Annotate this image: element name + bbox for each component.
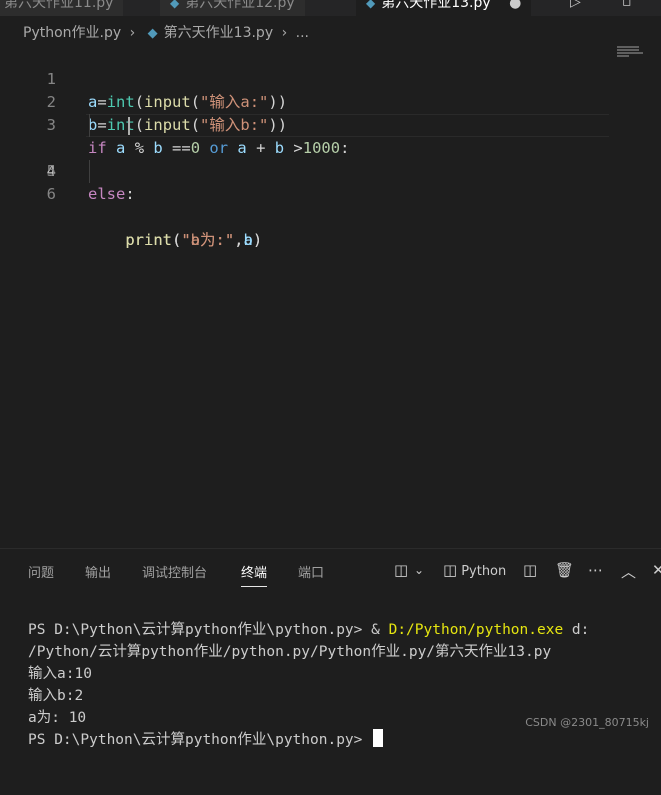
python-file-icon: ◆ (170, 0, 180, 10)
text-cursor (128, 117, 130, 135)
tab-file-12[interactable]: ◆ 第六天作业12.py (160, 0, 306, 16)
tab-problems[interactable]: 问题 (28, 562, 54, 581)
code-text: print("b为:",b) (125, 231, 263, 249)
terminal-line: 输入b:2 (28, 688, 84, 704)
tab-label: 第六天作业11.py (4, 0, 114, 11)
close-icon[interactable]: ● (509, 0, 521, 11)
breadcrumb-file[interactable]: 第六天作业13.py (164, 25, 273, 41)
code-line-2[interactable]: 2 b=int(input("输入b:")) (0, 68, 661, 134)
indent-guide (89, 160, 90, 183)
code-line-5[interactable]: 5 else: (0, 137, 661, 203)
watermark: CSDN @2301_80715kj (525, 716, 649, 729)
line-number: 6 (46, 185, 56, 203)
python-file-icon: ◆ (366, 0, 376, 10)
tab-file-13[interactable]: ◆ 第六天作业13.py ● (356, 0, 533, 16)
breadcrumb-folder[interactable]: Python作业.py (23, 25, 121, 41)
tab-label: 第六天作业12.py (185, 0, 295, 11)
breadcrumb: Python作业.py › ◆ 第六天作业13.py › ... (23, 22, 313, 44)
terminal-icon: ◫ (443, 561, 458, 579)
python-file-icon: ◆ (147, 26, 158, 41)
trash-icon[interactable]: 🗑 (555, 561, 574, 579)
chevron-down-icon[interactable]: ⌄ (414, 563, 424, 577)
tab-label: 第六天作业13.py (381, 0, 491, 11)
command-path: D:/Python/python.exe (388, 622, 564, 638)
terminal-cursor (373, 729, 384, 747)
more-icon[interactable]: ⋯ (588, 561, 603, 579)
terminal-line: /Python/云计算python作业/python.py/Python作业.p… (28, 644, 552, 660)
terminal-label: Python (461, 564, 507, 579)
code-line-6[interactable]: 6 print("b为:",b) (0, 160, 661, 249)
tab-file-11[interactable]: 第六天作业11.py (0, 0, 125, 16)
terminal-line: 输入a:10 (28, 666, 92, 682)
split-terminal-icon[interactable]: ◫ (394, 561, 408, 579)
tab-debug-console[interactable]: 调试控制台 (142, 562, 207, 581)
breadcrumb-more[interactable]: ... (296, 25, 309, 41)
bottom-panel: 问题 输出 调试控制台 终端 端口 ◫ ⌄ ◫ Python ◫ 🗑 ⋯ ︿ ✕ … (0, 548, 661, 748)
run-icon[interactable]: ▷ (570, 0, 581, 10)
code-editor[interactable]: 1 a=int(input("输入a:")) 2 b=int(input("输入… (0, 45, 661, 515)
tab-terminal[interactable]: 终端 (241, 562, 268, 587)
more-actions-icon[interactable]: ▫ (622, 0, 632, 10)
code-text: else: (88, 185, 135, 203)
terminal-output[interactable]: PS D:\Python\云计算python作业\python.py> & D:… (28, 597, 648, 795)
terminal-instance[interactable]: ◫ Python (443, 561, 506, 579)
editor-tab-bar: 第六天作业11.py ◆ 第六天作业12.py ◆ 第六天作业13.py ● ▷ ▫ (0, 0, 661, 16)
code-line-4[interactable]: 4 print("a为:",a) (0, 114, 661, 249)
chevron-right-icon: › (129, 25, 136, 41)
panel-tab-bar: 问题 输出 调试控制台 终端 端口 ◫ ⌄ ◫ Python ◫ 🗑 ⋯ ︿ ✕ (0, 549, 661, 593)
terminal-line: PS D:\Python\云计算python作业\python.py> & D:… (28, 622, 590, 638)
code-line-3[interactable]: 3 if a % b ==0 or a + b >1000: (0, 91, 661, 157)
chevron-up-icon[interactable]: ︿ (621, 561, 636, 582)
chevron-right-icon: › (281, 25, 288, 41)
terminal-prompt-line: PS D:\Python\云计算python作业\python.py> (28, 729, 648, 751)
current-line-highlight (86, 114, 609, 137)
close-panel-icon[interactable]: ✕ (652, 561, 661, 579)
indent-guide (89, 114, 90, 137)
split-icon[interactable]: ◫ (523, 561, 537, 579)
tab-output[interactable]: 输出 (85, 562, 111, 581)
code-line-1[interactable]: 1 a=int(input("输入a:")) (0, 45, 661, 111)
tab-ports[interactable]: 端口 (298, 562, 324, 581)
